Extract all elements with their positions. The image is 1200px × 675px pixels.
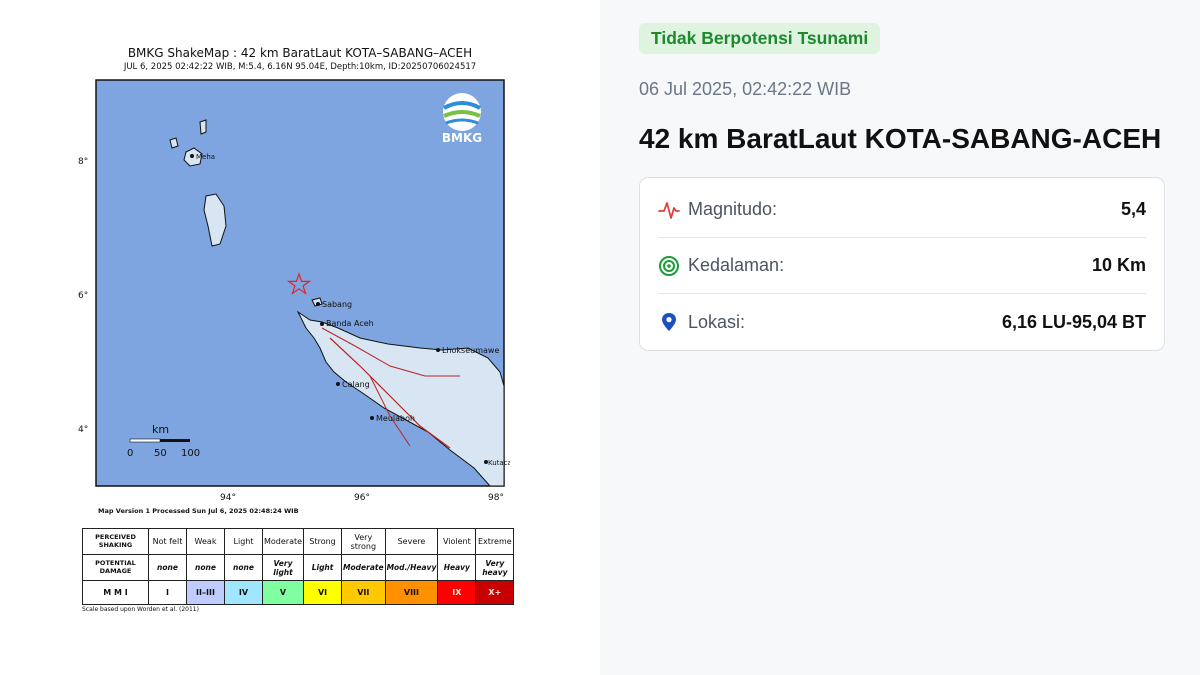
row-header: POTENTIAL DAMAGE	[82, 554, 149, 581]
shakemap-image: Sabang Banda Aceh Lhokseumawe Calang Meu…	[78, 79, 510, 503]
lon-tick-label: 94°	[220, 493, 236, 503]
shakemap-panel: BMKG ShakeMap : 42 km BaratLaut KOTA–SAB…	[0, 0, 600, 675]
shaking-cell: Violent	[437, 528, 477, 555]
event-datetime: 06 Jul 2025, 02:42:22 WIB	[639, 79, 852, 99]
place-label: Kutacane	[488, 459, 510, 467]
damage-cell: none	[186, 554, 225, 581]
detail-row-magnitude: Magnitudo: 5,4	[658, 182, 1146, 238]
detail-row-depth: Kedalaman: 10 Km	[658, 238, 1146, 294]
mmi-cell: IV	[224, 580, 263, 605]
scale-note: Scale based upon Worden et al. (2011)	[82, 606, 199, 613]
row-header: M M I	[82, 580, 149, 605]
scale-bar-segment	[129, 438, 161, 443]
shaking-cell: Moderate	[261, 528, 305, 555]
city-dot	[320, 322, 324, 326]
lat-tick-label: 8°	[78, 157, 88, 167]
lon-tick-label: 98°	[488, 493, 504, 503]
shaking-cell: Weak	[186, 528, 225, 555]
damage-cell: Heavy	[437, 554, 477, 581]
city-dot	[436, 348, 440, 352]
shaking-cell: Strong	[303, 528, 343, 555]
lat-tick-label: 6°	[78, 291, 88, 301]
scale-tick: 100	[181, 448, 200, 459]
mmi-cell: I	[148, 580, 187, 605]
damage-row: POTENTIAL DAMAGE none none none Very lig…	[82, 554, 515, 581]
target-icon	[659, 255, 679, 276]
place-label: Sabang	[322, 300, 352, 309]
shaking-row: PERCEIVED SHAKING Not felt Weak Light Mo…	[82, 528, 515, 555]
mmi-cell: X+	[475, 580, 515, 605]
place-label: Banda Aceh	[326, 319, 374, 328]
bmkg-logo-text: BMKG	[442, 131, 482, 145]
shaking-cell: Severe	[384, 528, 439, 555]
pulse-icon	[658, 201, 680, 219]
shaking-cell: Very strong	[341, 528, 386, 555]
place-label: Meha	[196, 153, 215, 161]
island	[169, 137, 179, 149]
details-card: Magnitudo: 5,4 Kedalaman: 10 Km Lokasi: …	[639, 177, 1165, 351]
city-dot	[336, 382, 340, 386]
place-label: Lhokseumawe	[442, 346, 499, 355]
detail-value: 5,4	[1120, 199, 1146, 219]
scale-tick: 50	[154, 448, 167, 459]
map-version-text: Map Version 1 Processed Sun Jul 6, 2025 …	[98, 507, 299, 515]
shaking-cell: Not felt	[148, 528, 187, 555]
city-dot	[370, 416, 374, 420]
mmi-legend-table: PERCEIVED SHAKING Not felt Weak Light Mo…	[82, 528, 515, 605]
row-header: PERCEIVED SHAKING	[82, 528, 149, 555]
shakemap-subtitle: JUL 6, 2025 02:42:22 WIB, M:5.4, 6.16N 9…	[123, 62, 477, 72]
damage-cell: none	[148, 554, 187, 581]
bmkg-logo-icon	[443, 93, 481, 131]
location-pin-icon	[662, 313, 676, 331]
mmi-cell: VI	[303, 580, 343, 605]
damage-cell: Moderate	[341, 554, 386, 581]
detail-value: 10 Km	[1091, 255, 1146, 275]
detail-label: Kedalaman:	[688, 255, 785, 275]
damage-cell: none	[224, 554, 263, 581]
city-dot	[316, 302, 320, 306]
damage-cell: Mod./Heavy	[384, 554, 439, 581]
damage-cell: Light	[303, 554, 343, 581]
damage-cell: Very light	[261, 554, 305, 581]
place-label: Calang	[342, 380, 370, 389]
shakemap-title: BMKG ShakeMap : 42 km BaratLaut KOTA–SAB…	[127, 46, 473, 60]
detail-value: 6,16 LU-95,04 BT	[1001, 311, 1146, 332]
shaking-cell: Extreme	[475, 528, 515, 555]
damage-cell: Very heavy	[475, 554, 515, 581]
tsunami-status-badge: Tidak Berpotensi Tsunami	[639, 23, 881, 54]
earthquake-info-panel: Tidak Berpotensi Tsunami 06 Jul 2025, 02…	[600, 0, 1200, 675]
scale-tick: 0	[127, 448, 133, 459]
place-label: Meulaboh	[376, 414, 415, 423]
mmi-cell: IX	[437, 580, 477, 605]
shaking-cell: Light	[224, 528, 263, 555]
lat-tick-label: 4°	[78, 425, 88, 435]
mmi-cell: VIII	[384, 580, 439, 605]
detail-label: Lokasi:	[688, 311, 746, 332]
lon-tick-label: 96°	[354, 493, 370, 503]
city-dot	[190, 154, 194, 158]
detail-label: Magnitudo:	[688, 199, 778, 219]
mmi-cell: VII	[341, 580, 386, 605]
scale-label: km	[152, 423, 169, 436]
island	[199, 119, 207, 135]
mmi-cell: II–III	[186, 580, 225, 605]
mmi-row: M M I I II–III IV V VI VII VIII IX X+	[82, 580, 515, 605]
detail-row-location: Lokasi: 6,16 LU-95,04 BT	[658, 294, 1146, 350]
event-location-title: 42 km BaratLaut KOTA-SABANG-ACEH	[639, 123, 1162, 154]
mmi-cell: V	[261, 580, 305, 605]
